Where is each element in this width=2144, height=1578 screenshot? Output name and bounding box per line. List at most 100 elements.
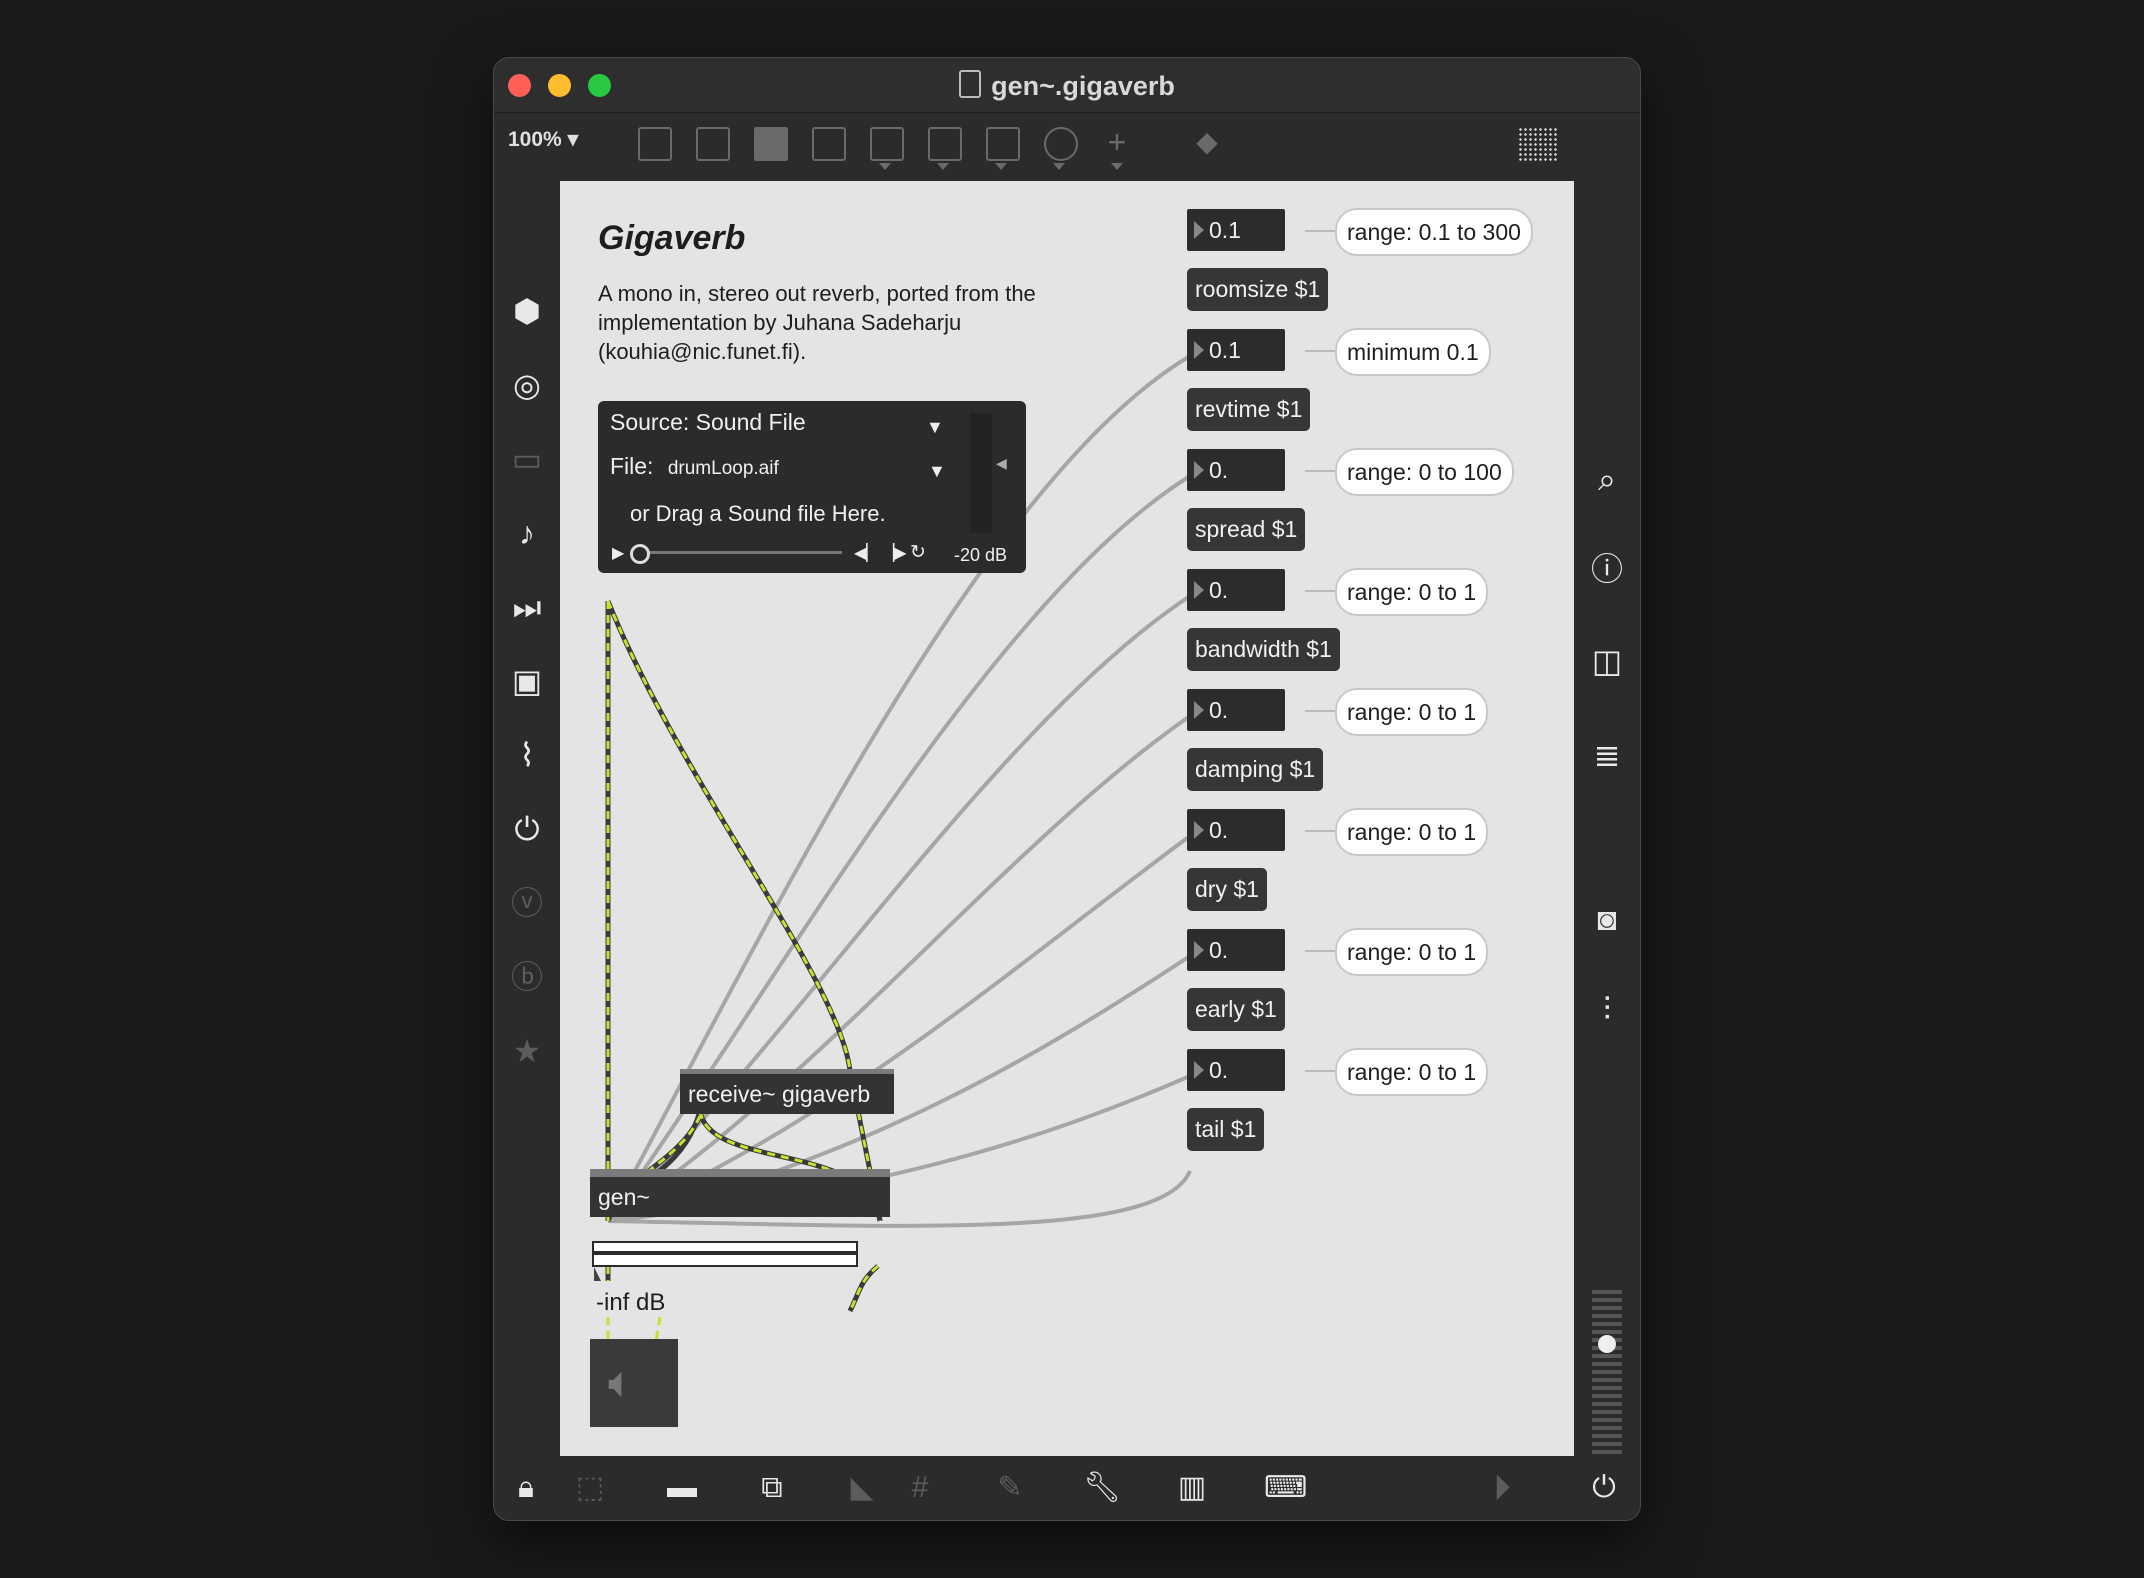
number-box[interactable]: 0. [1187, 569, 1285, 611]
play-object-icon[interactable] [928, 127, 962, 161]
plus-icon[interactable]: + [1102, 126, 1132, 158]
toggle-icon[interactable] [812, 127, 846, 161]
windows-icon[interactable]: ⧉ [752, 1468, 792, 1508]
zoom-select[interactable]: 100% ▾ [508, 127, 578, 152]
range-comment: minimum 0.1 [1335, 328, 1491, 376]
paperclip-icon[interactable]: ⌇ [507, 735, 547, 775]
range-comment: range: 0 to 1 [1335, 688, 1489, 736]
message-box[interactable]: damping $1 [1187, 748, 1324, 791]
number-box[interactable]: 0. [1187, 929, 1285, 971]
mute-icon[interactable]: ◣ [842, 1468, 882, 1508]
source-select[interactable]: Source: Sound File [610, 409, 806, 436]
target-icon[interactable]: ◎ [507, 365, 547, 405]
ezdac-button[interactable]: 🔈︎ [590, 1339, 678, 1427]
range-comment: range: 0.1 to 300 [1335, 208, 1533, 256]
number-box[interactable]: 0. [1187, 1049, 1285, 1091]
play-icon[interactable]: ⏵ [1482, 1468, 1522, 1508]
message-box[interactable]: dry $1 [1187, 868, 1267, 911]
number-value: 0. [1209, 1057, 1229, 1083]
comment-pointer [1305, 350, 1335, 352]
range-comment: range: 0 to 1 [1335, 928, 1489, 976]
cursor-icon[interactable]: ⬚ [570, 1468, 610, 1508]
message-box[interactable]: spread $1 [1187, 508, 1306, 551]
triangle-icon [1194, 461, 1204, 479]
number-box[interactable]: 0. [1187, 449, 1285, 491]
lock-icon[interactable]: 🔒︎ [506, 1468, 546, 1508]
speaker-icon: 🔈︎ [608, 1358, 635, 1407]
columns-icon[interactable]: ◫ [1587, 641, 1627, 681]
number-box[interactable]: 0. [1187, 689, 1285, 731]
message-box[interactable]: roomsize $1 [1187, 268, 1329, 311]
rewind-icon[interactable]: ◀▏ [854, 543, 879, 563]
dial-icon[interactable] [1044, 127, 1078, 161]
paint-bucket-icon[interactable]: ◆ [1192, 127, 1222, 157]
number-box[interactable]: 0. [1187, 809, 1285, 851]
power-icon[interactable]: ⏻ [1584, 1468, 1624, 1508]
grid-view-icon[interactable] [1518, 127, 1558, 163]
title-bar: gen~.gigaverb [494, 58, 1640, 113]
comment-icon[interactable] [754, 127, 788, 161]
receive-object[interactable]: receive~ gigaverb [680, 1069, 894, 1114]
patcher-canvas[interactable]: Gigaverb A mono in, stereo out reverb, p… [560, 181, 1574, 1456]
grid-icon[interactable]: # [900, 1468, 940, 1508]
image-icon[interactable]: ▣ [507, 661, 547, 701]
forward-icon[interactable]: ▕▶ [882, 543, 907, 563]
info-icon[interactable]: ⓘ [1587, 549, 1627, 589]
bottom-toolbar: 🔒︎ ⬚ ▬ ⧉ ◣ # ✎ 🔧︎ ▥ ⌨ ⏵ ⏻ [494, 1458, 1640, 1520]
number-box[interactable]: 0.1 [1187, 329, 1285, 371]
v-icon[interactable]: ⓥ [507, 883, 547, 923]
step-icon[interactable]: ⏭ [507, 587, 547, 627]
triangle-icon [1194, 941, 1204, 959]
number-value: 0. [1209, 457, 1229, 483]
plugin-icon[interactable]: ⏻ [507, 809, 547, 849]
wrench-icon[interactable]: 🔧︎ [1082, 1468, 1122, 1508]
triangle-icon [1194, 701, 1204, 719]
window-title: gen~.gigaverb [494, 70, 1640, 102]
number-value: 0.1 [1209, 337, 1241, 363]
number-box[interactable]: 0.1 [1187, 209, 1285, 251]
add-object-icon[interactable]: ✎ [990, 1468, 1030, 1508]
message-box[interactable]: early $1 [1187, 988, 1285, 1031]
message-box[interactable]: bandwidth $1 [1187, 628, 1340, 671]
b-icon[interactable]: ⓑ [507, 957, 547, 997]
position-slider[interactable] [632, 551, 842, 554]
presentation-icon[interactable]: ▬ [662, 1468, 702, 1508]
piano-icon[interactable]: ▥ [1172, 1468, 1212, 1508]
button-icon[interactable] [870, 127, 904, 161]
list-icon[interactable]: ≣ [1587, 735, 1627, 775]
message-box[interactable]: revtime $1 [1187, 388, 1311, 431]
play-icon[interactable]: ▶ [612, 543, 624, 563]
file-row[interactable]: File: drumLoop.aif [610, 453, 779, 480]
star-icon[interactable]: ★ [507, 1031, 547, 1071]
toolbar: 100% ▾ + ◆ [494, 113, 1640, 175]
volume-knob[interactable] [1598, 1335, 1616, 1353]
search-icon[interactable]: ⌕ [1587, 459, 1627, 499]
cube-icon[interactable]: ⬢ [507, 291, 547, 331]
comment-pointer [1305, 710, 1335, 712]
gain-arrow-icon[interactable]: ◀ [996, 455, 1007, 472]
triangle-icon [1194, 341, 1204, 359]
keyboard-icon[interactable]: ⌨ [1264, 1468, 1307, 1508]
gain-label: -20 dB [954, 545, 1008, 565]
camera-icon[interactable]: ◙ [1587, 899, 1627, 939]
slider-icon[interactable] [986, 127, 1020, 161]
position-knob[interactable] [630, 544, 650, 564]
number-value: 0. [1209, 817, 1229, 843]
triangle-icon [1194, 1061, 1204, 1079]
message-box[interactable]: tail $1 [1187, 1108, 1265, 1151]
chevron-down-icon: ▾ [567, 128, 579, 151]
range-comment: range: 0 to 100 [1335, 448, 1514, 496]
object-icon[interactable] [638, 127, 672, 161]
music-note-icon[interactable]: ♪ [507, 513, 547, 553]
loop-icon[interactable]: ↻ [910, 541, 926, 564]
sound-file-player[interactable]: Source: Sound File ▼ File: drumLoop.aif … [598, 401, 1026, 573]
keyboard-icon[interactable]: ▭ [507, 439, 547, 479]
patcher-heading: Gigaverb [598, 219, 746, 257]
number-value: 0.1 [1209, 217, 1241, 243]
sliders-icon[interactable]: ⫶ [1587, 989, 1627, 1029]
range-comment: range: 0 to 1 [1335, 568, 1489, 616]
gen-object[interactable]: gen~ [590, 1169, 890, 1217]
message-icon[interactable] [696, 127, 730, 161]
chevron-down-icon: ▼ [926, 417, 944, 437]
meter-handle-icon[interactable] [594, 1267, 601, 1281]
